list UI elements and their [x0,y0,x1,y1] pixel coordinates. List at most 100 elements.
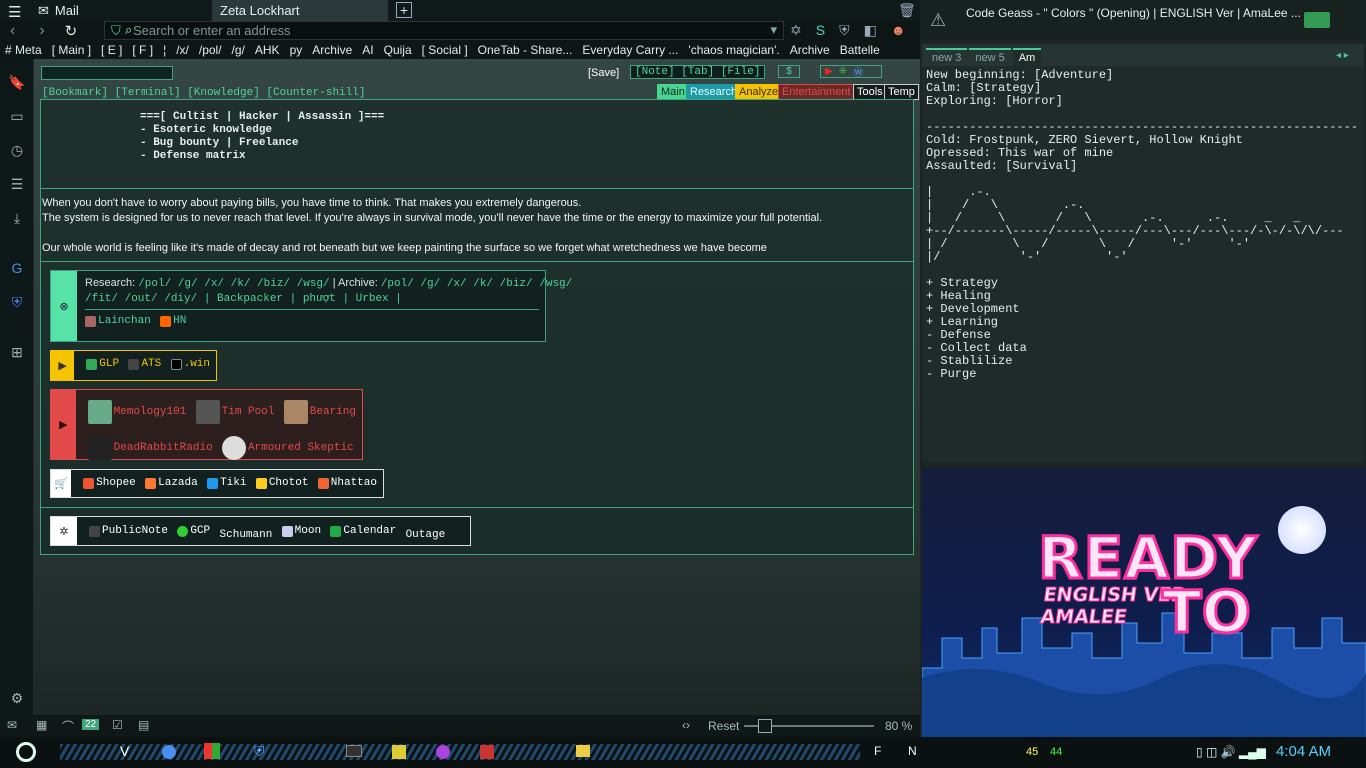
link-deadrabbitradio[interactable]: DeadRabbitRadio [87,434,213,462]
code-icon[interactable]: ‹› [682,718,690,732]
extension-icon[interactable]: S [816,22,825,39]
add-panel-icon[interactable]: ⊞ [8,343,26,361]
tab-tools[interactable]: Tools [853,84,887,100]
bookmark[interactable]: OneTab - Share... [478,43,573,57]
calendar-icon[interactable]: ▦ [36,718,47,732]
folder-icon[interactable] [576,745,590,757]
address-input[interactable]: ⛉ ⌕ Search or enter an address ▾ [104,21,784,40]
media-player-icon[interactable] [436,745,450,759]
link-calendar[interactable]: Calendar [330,525,396,537]
link-publicnote[interactable]: PublicNote [89,525,168,537]
translate-icon[interactable]: G [8,259,26,277]
gear-icon[interactable]: ⚙ [8,689,26,707]
extension-icon[interactable]: ◧ [864,22,877,39]
reset-zoom-button[interactable]: Reset [708,719,739,733]
research-links[interactable]: /pol/ /g/ /x/ /k/ /biz/ /wsg/ [138,278,329,290]
notes-tab[interactable]: new 3 [926,48,968,66]
link-bearing[interactable]: Bearing [283,398,356,426]
tray-letter[interactable]: F [874,744,881,758]
link-memology101[interactable]: Memology101 [87,398,186,426]
back-icon[interactable]: ‹ [10,22,15,40]
chrome-icon[interactable] [162,745,176,759]
save-button[interactable]: [Save] [588,67,619,79]
scroll-arrows[interactable]: ◂ ▸ [1336,50,1349,61]
tab-zeta-lockhart[interactable]: Zeta Lockhart [212,0,388,21]
header-links[interactable]: [Bookmark] [Terminal] [Knowledge] [Count… [42,87,365,99]
wordpress-icon[interactable]: Ⓦ [853,64,863,79]
link-hn[interactable]: HN [160,315,186,327]
bookmark[interactable]: # Meta [5,43,42,57]
notes-tab[interactable]: new 5 [969,48,1011,66]
link-win[interactable]: .win [170,358,210,370]
tab-main[interactable]: Main [657,84,689,100]
bookmark[interactable]: [ Main ] [52,43,91,57]
tab-analyze[interactable]: Analyze [735,84,783,100]
bookmark[interactable]: Everyday Carry ... [582,43,678,57]
notepad-icon[interactable] [392,745,406,759]
notes-editor[interactable]: New beginning: [Adventure] Calm: [Strate… [922,66,1364,462]
link-outage[interactable]: Outage [406,529,446,541]
history-icon[interactable]: ◷ [8,141,26,159]
link-chotot[interactable]: Chotot [255,477,308,489]
bookmark[interactable]: Archive [312,43,352,57]
bookmark[interactable]: py [290,43,303,57]
bookmark[interactable]: /g/ [232,43,245,57]
tab-entertainment[interactable]: Entertainment [778,84,855,100]
top-input[interactable] [41,66,173,80]
bookmark[interactable]: 'chaos magician'. [688,43,779,57]
bookmark[interactable]: /x/ [176,43,189,57]
reader-icon[interactable]: ▤ [138,718,149,732]
tab-mail[interactable]: ✉ Mail [30,0,210,21]
bookmark[interactable]: ¦ [163,43,166,57]
link-tim-pool[interactable]: Tim Pool [195,398,274,426]
reload-icon[interactable]: ↻ [65,22,78,40]
link-shopee[interactable]: Shopee [83,477,136,489]
link-nhattao[interactable]: Nhattao [317,477,377,489]
research-links-row2[interactable]: /fit/ /out/ /diy/ | Backpacker | phượt |… [85,293,539,305]
link-moon[interactable]: Moon [281,525,321,537]
bitwarden-icon[interactable]: ⛨ [8,293,26,311]
link-lazada[interactable]: Lazada [145,477,198,489]
vivaldi-icon[interactable]: V [120,743,129,759]
bookmark[interactable]: /pol/ [199,43,222,57]
tray-letter[interactable]: N [908,744,917,758]
tasks-icon[interactable]: ☑ [112,718,123,732]
ublock-icon[interactable]: ⛨ [839,22,850,39]
link-schumann[interactable]: Schumann [220,529,273,541]
bookmark[interactable]: Battelle [840,43,880,57]
bookmark[interactable]: [ F ] [132,43,153,57]
forward-icon[interactable]: › [39,22,44,40]
tab-temp[interactable]: Temp [884,84,919,100]
mail-icon[interactable]: ✉ [7,718,17,732]
new-tab-icon[interactable]: + [396,2,412,18]
extension-icon[interactable]: ✡ [790,22,802,39]
clock[interactable]: 4:04 AM [1276,743,1331,760]
note-tab-file-links[interactable]: [Note] [Tab] [File] [630,65,766,79]
bookmark[interactable]: Quija [384,43,412,57]
bookmark[interactable]: AHK [255,43,280,57]
video-player[interactable]: READY ENGLISH VER AMALEE TO [922,468,1366,738]
youtube-icon[interactable]: ▶ [825,66,833,77]
link-gcp[interactable]: GCP [177,525,210,537]
terminal-icon[interactable] [346,745,362,757]
menu-icon[interactable]: ☰ [8,3,21,21]
tray-icons[interactable]: ▯ ◫ 🔊 ▂▄▆ [1196,745,1266,759]
dollar-icon[interactable]: $ [778,65,800,78]
tab-research[interactable]: Research [686,84,742,100]
chevron-down-icon[interactable]: ▾ [770,22,777,38]
zoom-slider-handle[interactable] [758,719,772,733]
trash-icon[interactable]: 🗑 [898,2,916,19]
link-armoured-skeptic[interactable]: Armoured Skeptic [222,434,354,462]
bookmark-icon[interactable]: 🔖 [8,73,26,91]
notes-icon[interactable]: ☰ [8,175,26,193]
app-icon[interactable] [204,743,220,759]
download-icon[interactable]: ⤓ [8,209,26,227]
link-glp[interactable]: GLP [86,358,119,370]
extension-icon[interactable]: ☻ [891,22,906,39]
bookmark[interactable]: Archive [790,43,830,57]
bookmark[interactable]: AI [362,43,373,57]
start-icon[interactable] [16,742,36,762]
bookmark[interactable]: [ Social ] [422,43,468,57]
tabs-icon[interactable]: ▭ [8,107,26,125]
grid-icon[interactable]: ⁜ [839,66,847,77]
